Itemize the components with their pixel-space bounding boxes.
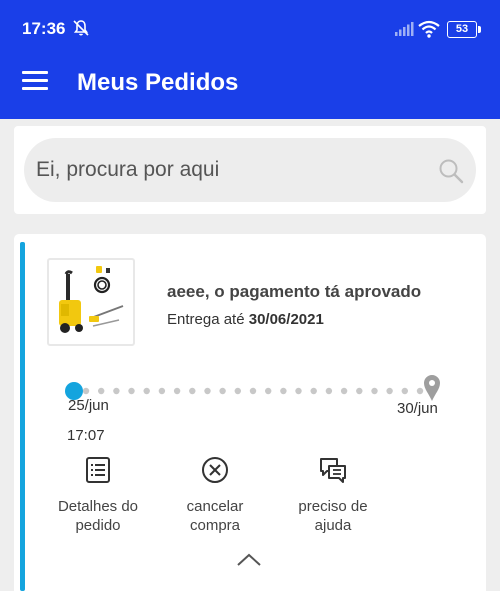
product-image[interactable] [47, 258, 135, 346]
timeline-dot [340, 387, 348, 395]
timeline-dot [325, 387, 333, 395]
timeline-dot [249, 387, 257, 395]
timeline-dot [143, 387, 150, 395]
timeline-dot [204, 387, 211, 395]
status-time: 17:36 [22, 19, 66, 38]
timeline-dot [98, 387, 105, 395]
need-help-button[interactable]: preciso de ajuda [278, 456, 388, 535]
timeline-dot [128, 387, 135, 395]
delivery-timeline [65, 375, 440, 401]
status-bar: 17:36 53 [0, 0, 500, 47]
delivery-info: Entrega até 30/06/2021 [167, 311, 324, 328]
list-details-icon [86, 457, 110, 483]
timeline-dot [295, 387, 302, 395]
timeline-start-time: 17:07 [67, 427, 105, 444]
app-bar: Meus Pedidos [0, 47, 500, 119]
chat-help-icon [320, 458, 346, 483]
need-help-label-2: ajuda [314, 517, 352, 534]
timeline-dot [371, 387, 378, 395]
timeline-dot [219, 387, 226, 395]
delivery-date: 30/06/2021 [248, 311, 324, 328]
destination-pin-hole [429, 380, 435, 386]
timeline-dot [158, 387, 166, 395]
timeline-dot [310, 387, 317, 395]
timeline-dot [386, 387, 393, 395]
timeline-dot [113, 387, 120, 395]
search-bar[interactable] [24, 138, 476, 202]
timeline-dot [173, 387, 181, 395]
timeline-dot [189, 387, 196, 395]
order-details-label-1: Detalhes do [57, 498, 139, 515]
search-icon[interactable] [438, 158, 464, 189]
page-title: Meus Pedidos [77, 69, 239, 96]
battery-icon: 53 [447, 21, 481, 38]
timeline-start-date: 25/jun [68, 397, 109, 414]
chevron-up-icon[interactable] [236, 552, 262, 573]
wifi-icon [418, 20, 440, 43]
order-details-button[interactable]: Detalhes do pedido [43, 456, 153, 535]
timeline-dot [234, 387, 241, 395]
cancel-circle-icon [202, 457, 228, 483]
destination-pin-icon [424, 375, 440, 401]
order-status: aeee, o pagamento tá aprovado [167, 282, 422, 301]
cancel-order-label-2: compra [189, 517, 241, 534]
cancel-order-label-1: cancelar [186, 498, 244, 515]
timeline-dot [265, 387, 272, 395]
need-help-label-1: preciso de [298, 498, 368, 515]
order-details-label-2: pedido [75, 517, 121, 534]
order-accent-bar [20, 242, 25, 591]
timeline-dot [356, 387, 363, 395]
timeline-dot [82, 387, 90, 395]
delivery-label: Entrega até [167, 311, 245, 328]
order-card[interactable]: aeee, o pagamento tá aprovado Entrega at… [14, 234, 486, 591]
cancel-order-button[interactable]: cancelar compra [160, 456, 270, 535]
signal-icon [395, 22, 415, 41]
dnd-off-icon [72, 19, 90, 42]
hamburger-menu-icon[interactable] [22, 71, 48, 93]
search-input[interactable] [36, 138, 426, 202]
search-card [14, 126, 486, 214]
timeline-end-date: 30/jun [397, 400, 438, 417]
timeline-dot [401, 387, 408, 395]
timeline-dot [416, 387, 424, 395]
timeline-dot [280, 387, 287, 395]
